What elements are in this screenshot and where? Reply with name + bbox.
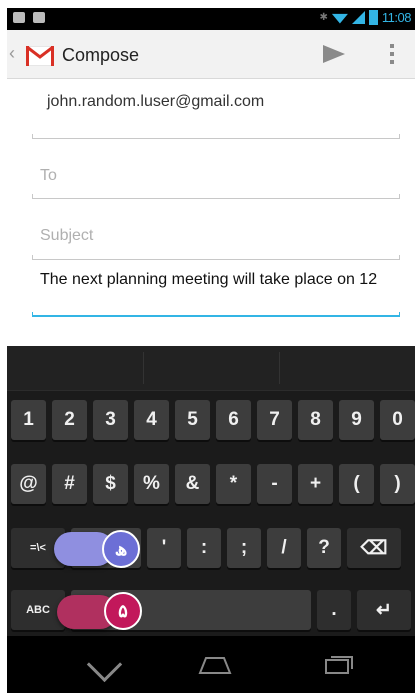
key-6[interactable]: 6 bbox=[216, 400, 251, 440]
key-1[interactable]: 1 bbox=[11, 400, 46, 440]
key-slash[interactable]: / bbox=[267, 528, 301, 568]
recent-apps-icon[interactable] bbox=[324, 654, 354, 674]
key-close-paren[interactable]: ) bbox=[380, 464, 415, 504]
key-ampersand[interactable]: & bbox=[175, 464, 210, 504]
key-2[interactable]: 2 bbox=[52, 400, 87, 440]
key-question[interactable]: ? bbox=[307, 528, 341, 568]
home-icon[interactable] bbox=[198, 656, 232, 674]
body-focus-underline bbox=[32, 312, 400, 317]
message-body-field[interactable]: The next planning meeting will take plac… bbox=[40, 269, 380, 290]
divider bbox=[32, 194, 400, 199]
enter-key[interactable]: ↵ bbox=[357, 590, 411, 630]
from-account[interactable]: john.random.luser@gmail.com bbox=[47, 93, 264, 111]
key-minus[interactable]: - bbox=[257, 464, 292, 504]
key-7[interactable]: 7 bbox=[257, 400, 292, 440]
key-open-paren[interactable]: ( bbox=[339, 464, 374, 504]
divider bbox=[32, 255, 400, 260]
to-field[interactable]: To bbox=[40, 167, 57, 185]
key-apostrophe[interactable]: ' bbox=[147, 528, 181, 568]
notification-icon bbox=[13, 12, 25, 23]
compose-form: john.random.luser@gmail.com To Subject T… bbox=[7, 79, 415, 346]
gmail-icon[interactable] bbox=[26, 46, 54, 66]
subject-field[interactable]: Subject bbox=[40, 227, 93, 245]
divider bbox=[32, 134, 400, 139]
key-period[interactable]: . bbox=[317, 590, 351, 630]
key-0[interactable]: 0 bbox=[380, 400, 415, 440]
status-bar: ✱ 11:08 bbox=[7, 8, 415, 30]
key-asterisk[interactable]: * bbox=[216, 464, 251, 504]
navigation-bar bbox=[7, 636, 415, 693]
key-3[interactable]: 3 bbox=[93, 400, 128, 440]
key-dollar[interactable]: $ bbox=[93, 464, 128, 504]
key-4[interactable]: 4 bbox=[134, 400, 169, 440]
key-5[interactable]: 5 bbox=[175, 400, 210, 440]
clock: 11:08 bbox=[381, 10, 412, 25]
battery-icon bbox=[368, 10, 378, 25]
page-title: Compose bbox=[62, 45, 140, 65]
backspace-key[interactable]: ⌫ bbox=[347, 528, 401, 568]
key-percent[interactable]: % bbox=[134, 464, 169, 504]
back-icon[interactable] bbox=[86, 646, 123, 683]
key-semicolon[interactable]: ; bbox=[227, 528, 261, 568]
send-icon[interactable] bbox=[323, 45, 345, 63]
overflow-menu-icon[interactable] bbox=[390, 44, 394, 68]
key-hash[interactable]: # bbox=[52, 464, 87, 504]
phone-screen: ✱ 11:08 ‹ Compose john.random.luser@gmai… bbox=[7, 8, 415, 693]
notification-icon bbox=[33, 12, 45, 23]
key-colon[interactable]: : bbox=[187, 528, 221, 568]
bluetooth-icon: ✱ bbox=[319, 12, 328, 23]
key-plus[interactable]: + bbox=[298, 464, 333, 504]
keyboard-row-symbols: @ # $ % & * - + ( ) bbox=[7, 464, 415, 504]
suggestion-strip bbox=[7, 346, 415, 391]
keyboard-row-numbers: 1 2 3 4 5 6 7 8 9 0 bbox=[7, 400, 415, 440]
annotation-badge: ھ bbox=[102, 530, 140, 568]
up-navigation-icon[interactable]: ‹ bbox=[9, 43, 15, 64]
signal-icon bbox=[351, 11, 365, 24]
soft-keyboard: 1 2 3 4 5 6 7 8 9 0 @ # $ % & * - + ( ) … bbox=[7, 346, 415, 636]
key-9[interactable]: 9 bbox=[339, 400, 374, 440]
wifi-icon bbox=[331, 13, 348, 24]
annotation-badge: ۵ bbox=[104, 592, 142, 630]
key-8[interactable]: 8 bbox=[298, 400, 333, 440]
key-at[interactable]: @ bbox=[11, 464, 46, 504]
action-bar: ‹ Compose bbox=[7, 30, 415, 79]
